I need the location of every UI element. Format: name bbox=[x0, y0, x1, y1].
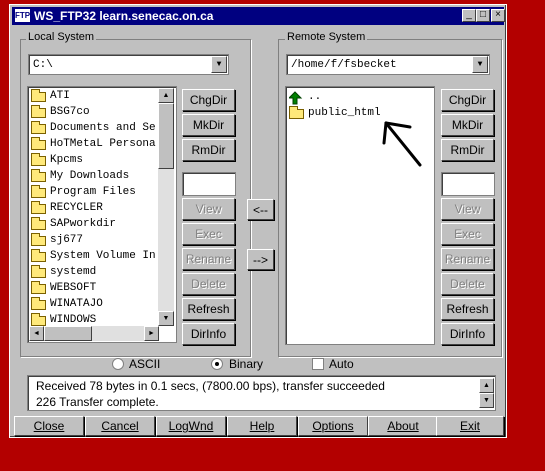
folder-icon bbox=[31, 121, 46, 134]
scroll-right-icon[interactable]: ► bbox=[144, 326, 159, 341]
about-button[interactable]: About bbox=[368, 416, 438, 436]
cancel-button[interactable]: Cancel bbox=[85, 416, 155, 436]
transfer-to-remote-button[interactable]: --> bbox=[247, 249, 274, 270]
remote-filter-field[interactable] bbox=[441, 172, 495, 196]
local-rmdir-button[interactable]: RmDir bbox=[182, 139, 235, 161]
exit-button[interactable]: Exit bbox=[436, 416, 504, 436]
remote-view-button[interactable]: View bbox=[441, 198, 494, 220]
local-chgdir-button[interactable]: ChgDir bbox=[182, 89, 235, 111]
local-path-value: C:\ bbox=[33, 59, 53, 71]
auto-label: Auto bbox=[329, 357, 354, 371]
folder-icon bbox=[31, 137, 46, 150]
status-log[interactable]: Received 78 bytes in 0.1 secs, (7800.00 … bbox=[27, 375, 496, 411]
close-window-button[interactable]: × bbox=[491, 9, 505, 22]
logwnd-button[interactable]: LogWnd bbox=[156, 416, 226, 436]
binary-label: Binary bbox=[229, 357, 264, 371]
folder-icon bbox=[31, 169, 46, 182]
remote-system-label: Remote System bbox=[285, 31, 368, 43]
local-dirinfo-button[interactable]: DirInfo bbox=[182, 323, 235, 345]
status-scroll-up-icon[interactable]: ▲ bbox=[479, 378, 494, 393]
folder-icon bbox=[31, 201, 46, 214]
folder-icon bbox=[31, 265, 46, 278]
local-rename-button[interactable]: Rename bbox=[182, 248, 235, 270]
scroll-left-icon[interactable]: ◄ bbox=[29, 326, 44, 341]
local-mkdir-button[interactable]: MkDir bbox=[182, 114, 235, 136]
ws-ftp-window: FTP WS_FTP32 learn.senecac.on.ca _ □ × L… bbox=[9, 4, 507, 438]
remote-exec-button[interactable]: Exec bbox=[441, 223, 494, 245]
remote-path-combo[interactable]: /home/f/fsbecket ▼ bbox=[286, 54, 490, 75]
remote-dirinfo-button[interactable]: DirInfo bbox=[441, 323, 494, 345]
hscroll-thumb[interactable] bbox=[44, 326, 92, 341]
local-view-button[interactable]: View bbox=[182, 198, 235, 220]
minimize-button[interactable]: _ bbox=[462, 9, 476, 22]
remote-rename-button[interactable]: Rename bbox=[441, 248, 494, 270]
auto-checkbox[interactable] bbox=[312, 358, 324, 370]
folder-icon bbox=[31, 249, 46, 262]
scroll-down-icon[interactable]: ▼ bbox=[158, 311, 174, 326]
status-line-2: 226 Transfer complete. bbox=[36, 395, 159, 409]
remote-delete-button[interactable]: Delete bbox=[441, 273, 494, 295]
scroll-up-icon[interactable]: ▲ bbox=[158, 88, 174, 103]
close-button[interactable]: Close bbox=[14, 416, 84, 436]
local-path-combo[interactable]: C:\ ▼ bbox=[28, 54, 229, 75]
window-title: WS_FTP32 learn.senecac.on.ca bbox=[34, 9, 214, 23]
scroll-thumb[interactable] bbox=[158, 103, 174, 169]
transfer-to-local-button[interactable]: <-- bbox=[247, 199, 274, 220]
local-filter-field[interactable] bbox=[182, 172, 236, 196]
folder-icon bbox=[31, 233, 46, 246]
folder-icon bbox=[31, 185, 46, 198]
folder-icon bbox=[31, 217, 46, 230]
folder-icon bbox=[31, 281, 46, 294]
binary-radio[interactable] bbox=[211, 358, 223, 370]
app-icon[interactable]: FTP bbox=[15, 9, 30, 22]
remote-mkdir-button[interactable]: MkDir bbox=[441, 114, 494, 136]
remote-path-value: /home/f/fsbecket bbox=[291, 59, 397, 71]
remote-rmdir-button[interactable]: RmDir bbox=[441, 139, 494, 161]
remote-chgdir-button[interactable]: ChgDir bbox=[441, 89, 494, 111]
hand-drawn-arrow-annotation bbox=[382, 121, 422, 167]
folder-icon bbox=[31, 297, 46, 310]
help-button[interactable]: Help bbox=[227, 416, 297, 436]
local-file-list[interactable]: ATI BSG7co Documents and Se HoTMetaL Per… bbox=[27, 86, 177, 343]
local-exec-button[interactable]: Exec bbox=[182, 223, 235, 245]
status-scroll-down-icon[interactable]: ▼ bbox=[479, 393, 494, 408]
folder-icon bbox=[31, 89, 46, 102]
parent-dir-arrow-icon bbox=[289, 91, 303, 105]
local-refresh-button[interactable]: Refresh bbox=[182, 298, 235, 320]
options-button[interactable]: Options bbox=[298, 416, 368, 436]
ascii-radio[interactable] bbox=[112, 358, 124, 370]
chevron-down-icon[interactable]: ▼ bbox=[211, 56, 227, 73]
chevron-down-icon[interactable]: ▼ bbox=[472, 56, 488, 73]
remote-refresh-button[interactable]: Refresh bbox=[441, 298, 494, 320]
local-delete-button[interactable]: Delete bbox=[182, 273, 235, 295]
folder-icon bbox=[31, 313, 46, 326]
ascii-label: ASCII bbox=[129, 357, 161, 371]
maximize-button[interactable]: □ bbox=[476, 9, 490, 22]
folder-icon bbox=[31, 153, 46, 166]
local-system-label: Local System bbox=[26, 31, 97, 43]
folder-icon bbox=[31, 105, 46, 118]
title-bar[interactable]: FTP WS_FTP32 learn.senecac.on.ca _ □ × bbox=[12, 7, 505, 25]
folder-icon bbox=[289, 106, 304, 119]
status-line-1: Received 78 bytes in 0.1 secs, (7800.00 … bbox=[36, 379, 385, 393]
